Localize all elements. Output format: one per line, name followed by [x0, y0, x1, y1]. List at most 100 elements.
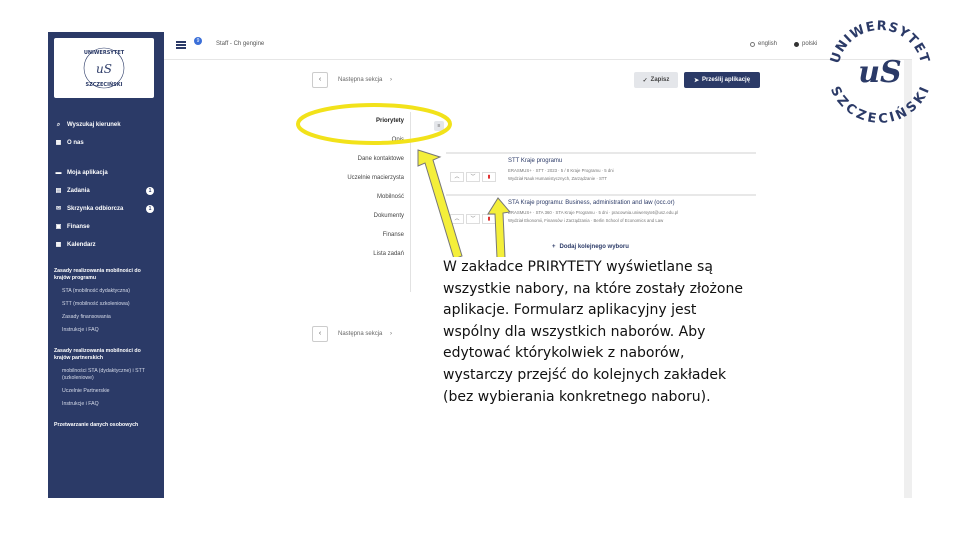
application-card[interactable]: ︿ ﹀ ▮ STA Kraje programu: Business, admi… [446, 194, 756, 236]
prev-section-button[interactable]: ‹ [312, 326, 328, 342]
sidebar-section-partner-countries[interactable]: Zasady realizowania mobilności do krajów… [48, 348, 164, 362]
explanation-caption: W zakładce PRIRYTETY wyświetlane są wszy… [441, 257, 761, 409]
svg-text:SZCZECIŃSKI: SZCZECIŃSKI [827, 84, 933, 127]
sidebar-item-inbox[interactable]: ✉ Skrzynka odbiorcza 1 [48, 200, 164, 218]
chevron-right-icon: › [390, 331, 393, 337]
sidebar-item-label: Kalendarz [67, 242, 96, 248]
move-up-button[interactable]: ︿ [450, 172, 464, 182]
sidebar-item-label: Moja aplikacja [67, 170, 108, 176]
delete-button[interactable]: ▮ [482, 214, 496, 224]
plus-icon: + [552, 244, 556, 250]
trash-icon: ▮ [487, 174, 491, 180]
tab-home-university[interactable]: Uczelnie macierzysta [344, 169, 408, 188]
card-meta-line: ERASMUS+ · STA 360 · STA Kraje Programu … [508, 210, 679, 215]
sidebar-item-about[interactable]: ▦ O nas [48, 134, 164, 152]
submit-application-button[interactable]: ➤ Prześlij aplikację [684, 72, 760, 88]
move-down-button[interactable]: ﹀ [466, 214, 480, 224]
tab-documents[interactable]: Dokumenty [344, 207, 408, 226]
calendar-icon: ▦ [55, 241, 62, 248]
section-nav-top: ‹ Następna sekcja › [312, 72, 392, 88]
tab-contact[interactable]: Dane kontaktowe [344, 150, 408, 169]
university-logo-icon: UNIWERSYTET SZCZECIŃSKI uS [83, 47, 125, 89]
chevron-left-icon: ‹ [318, 330, 322, 337]
delete-button[interactable]: ▮ [482, 172, 496, 182]
caption-line: wystarczy przejść do kolejnych zakładek [443, 366, 727, 383]
chevron-down-icon: ﹀ [470, 174, 476, 180]
card-controls: ︿ ﹀ ▮ [450, 214, 498, 224]
tab-mobility[interactable]: Mobilność [344, 188, 408, 207]
caption-line: (bez wybierania konkretnego naboru). [443, 388, 711, 405]
add-selection-label: Dodaj kolejnego wyboru [559, 244, 629, 250]
tasks-count-badge: 1 [146, 187, 154, 195]
sidebar-section-gdpr[interactable]: Przetwarzanie danych osobowych [48, 422, 164, 429]
sidebar-subitem-partner-mobility[interactable]: mobilności STA (dydaktyczne) i STT (szko… [48, 368, 164, 382]
tab-priorities[interactable]: Priorytety [344, 112, 408, 131]
sidebar-nav: ⌕ Wyszukaj kierunek ▦ O nas ▬ Moja aplik… [48, 116, 164, 429]
inbox-count-badge: 1 [146, 205, 154, 213]
search-icon: ⌕ [56, 121, 61, 128]
hamburger-menu-icon[interactable] [176, 41, 186, 49]
send-icon: ➤ [693, 77, 699, 84]
prev-section-button[interactable]: ‹ [312, 72, 328, 88]
save-button[interactable]: ✓ Zapisz [634, 72, 678, 88]
sidebar-subitem-sta[interactable]: STA (mobilność dydaktyczna) [48, 288, 164, 295]
chevron-left-icon: ‹ [318, 76, 322, 83]
sidebar-item-calendar[interactable]: ▦ Kalendarz [48, 236, 164, 254]
caption-line: wspólny dla wszystkich naborów. Aby [443, 323, 706, 340]
sidebar-subitem-faq[interactable]: Instrukcje i FAQ [48, 327, 164, 334]
notification-badge[interactable]: 9 [194, 37, 202, 45]
chevron-up-icon: ︿ [454, 216, 460, 222]
card-title[interactable]: STA Kraje programu: Business, administra… [508, 200, 675, 206]
radio-selected-icon [794, 41, 799, 47]
sidebar-item-tasks[interactable]: ▤ Zadania 1 [48, 182, 164, 200]
sidebar-section-program-countries[interactable]: Zasady realizowania mobilności do krajów… [48, 268, 164, 282]
lang-option-english[interactable]: english [750, 41, 777, 47]
tabs-divider [410, 112, 411, 292]
caption-line: W zakładce PRIRYTETY wyświetlane są [443, 259, 713, 275]
sidebar-item-label: O nas [67, 140, 84, 146]
card-meta-line: Wydział Nauk Humanistycznych, Zarządzani… [508, 176, 608, 181]
sidebar-item-label: Finanse [67, 224, 90, 230]
move-down-button[interactable]: ﹀ [466, 172, 480, 182]
move-up-button[interactable]: ︿ [450, 214, 464, 224]
lang-label: polski [802, 41, 818, 47]
card-title[interactable]: STT Kraje programu [508, 158, 562, 164]
next-section-label: Następna sekcja [338, 77, 383, 83]
tab-description[interactable]: Opis [344, 131, 408, 150]
tab-task-list[interactable]: Lista zadań [344, 245, 408, 264]
finance-icon: ▣ [55, 223, 62, 230]
sidebar-logo[interactable]: UNIWERSYTET SZCZECIŃSKI uS [54, 38, 154, 98]
lang-option-polish[interactable]: polski [794, 41, 817, 47]
sidebar-subitem-stt[interactable]: STT (mobilność szkoleniowa) [48, 301, 164, 308]
sidebar-item-label: Zadania [67, 188, 90, 194]
check-icon: ✓ [642, 77, 648, 84]
chevron-up-icon: ︿ [454, 174, 460, 180]
next-section-link[interactable]: Następna sekcja › [338, 77, 392, 83]
bank-icon: ▦ [55, 139, 62, 146]
sidebar-item-application[interactable]: ▬ Moja aplikacja [48, 164, 164, 182]
sidebar-subitem-partner-faq[interactable]: Instrukcje i FAQ [48, 401, 164, 408]
next-section-link[interactable]: Następna sekcja › [338, 331, 392, 337]
lang-label: english [758, 41, 778, 47]
sidebar-item-label: Wyszukaj kierunek [67, 122, 121, 128]
chevron-down-icon: ﹀ [470, 216, 476, 222]
sidebar-item-finance[interactable]: ▣ Finanse [48, 218, 164, 236]
card-meta-line: ERASMUS+ · STT · 2023 · 5 / 8 Kraje Prog… [508, 168, 614, 173]
trash-icon: ▮ [487, 216, 491, 222]
sidebar-item-search[interactable]: ⌕ Wyszukaj kierunek [48, 116, 164, 134]
collapse-button[interactable]: ≡ [434, 121, 444, 131]
svg-text:uS: uS [96, 62, 112, 76]
chevron-right-icon: › [390, 77, 393, 83]
mail-icon: ✉ [55, 205, 62, 212]
sidebar-subitem-partner-universities[interactable]: Uczelnie Partnerskie [48, 388, 164, 395]
caption-line: edytować którykolwiek z naborów, [443, 345, 685, 362]
card-controls: ︿ ﹀ ▮ [450, 172, 498, 182]
application-card[interactable]: ︿ ﹀ ▮ STT Kraje programu ERASMUS+ · STT … [446, 152, 756, 194]
caption-line: wszystkie nabory, na które zostały złożo… [443, 280, 743, 297]
sidebar: UNIWERSYTET SZCZECIŃSKI uS ⌕ Wyszukaj ki… [48, 32, 164, 498]
save-label: Zapisz [650, 77, 670, 83]
add-selection-button[interactable]: + Dodaj kolejnego wyboru [552, 244, 629, 250]
sidebar-subitem-financing[interactable]: Zasady finansowania [48, 314, 164, 321]
tab-finance[interactable]: Finanse [344, 226, 408, 245]
svg-text:UNIWERSYTET: UNIWERSYTET [84, 50, 125, 56]
